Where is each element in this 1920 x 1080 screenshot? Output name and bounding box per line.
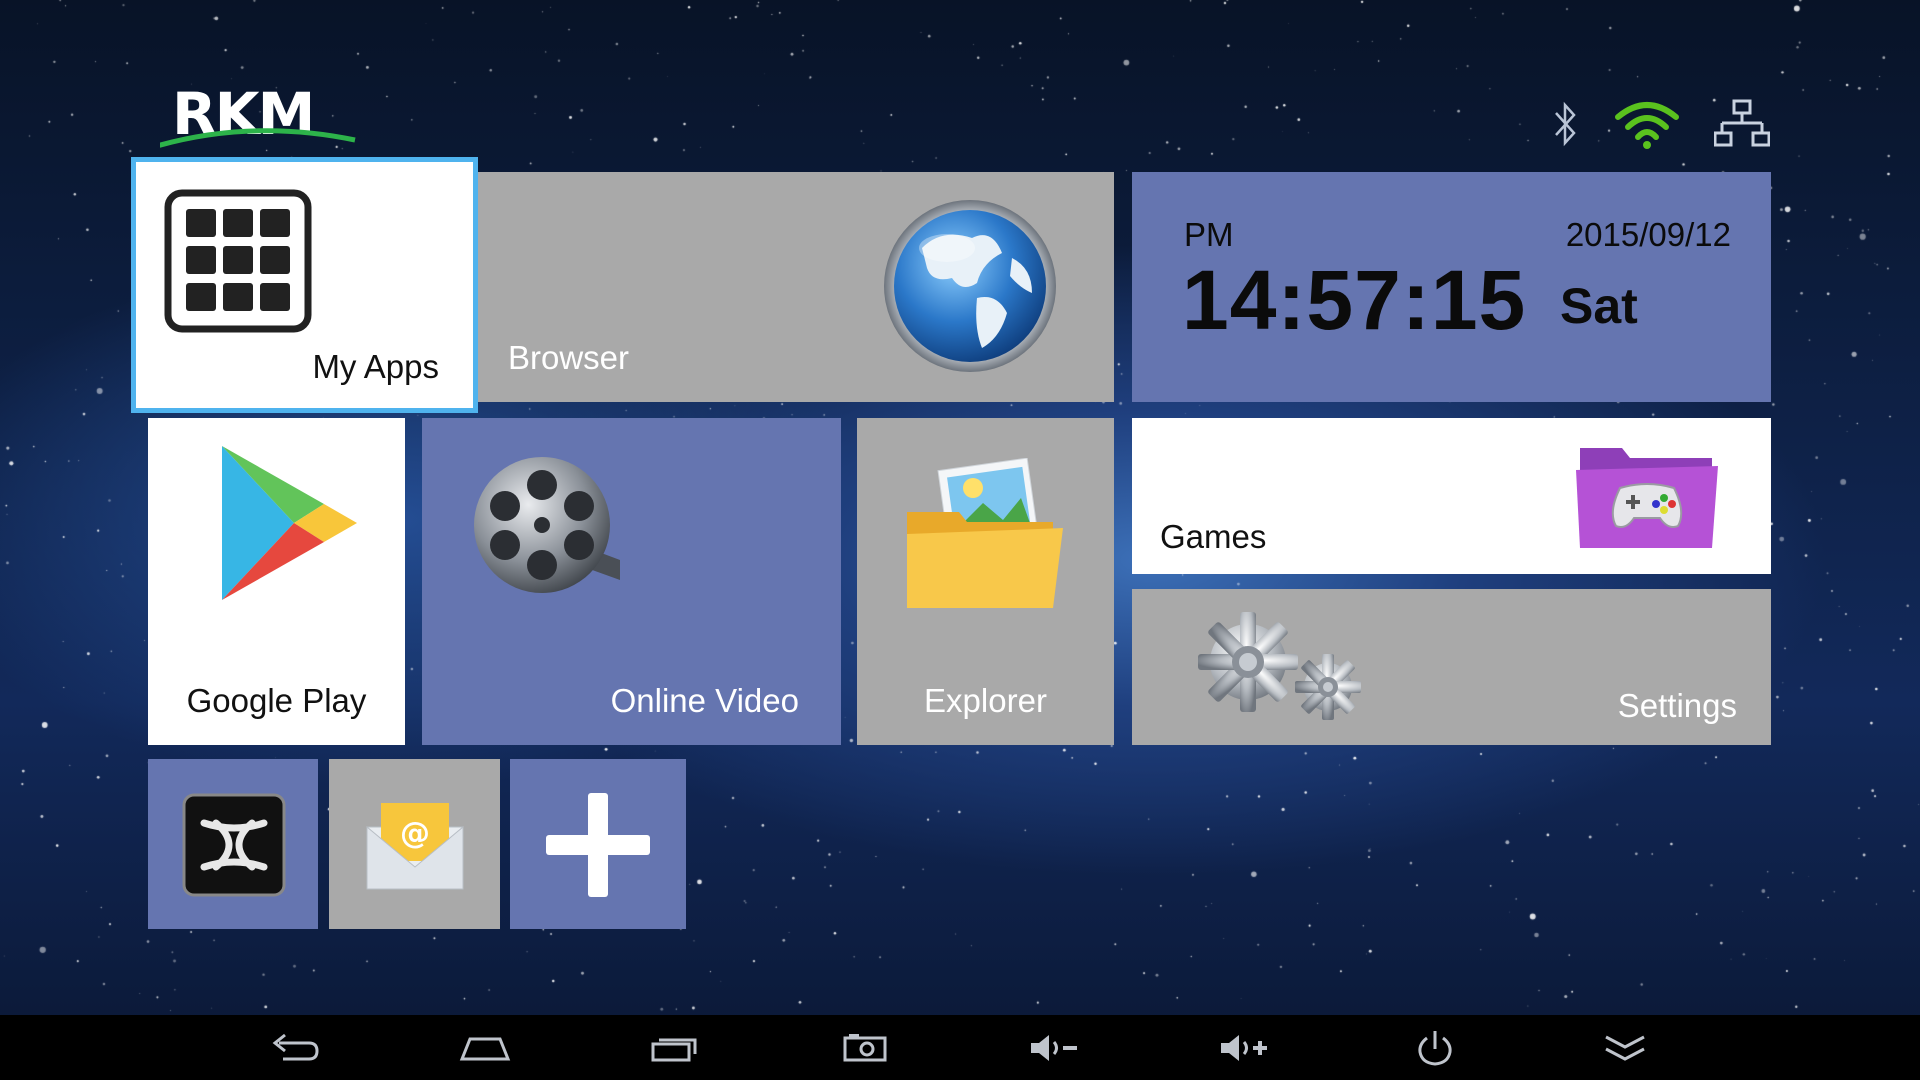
settings-label: Settings	[1617, 687, 1737, 724]
folder-images-icon	[907, 458, 1063, 608]
browser-label: Browser	[508, 339, 630, 376]
clock-day: Sat	[1560, 278, 1638, 334]
add-icon	[546, 793, 650, 897]
gears-icon	[1198, 612, 1361, 720]
wifi-icon	[1615, 102, 1679, 149]
power-icon[interactable]	[1403, 1023, 1467, 1073]
google-play-label: Google Play	[186, 682, 367, 719]
home-icon[interactable]	[453, 1023, 517, 1073]
status-bar	[1552, 96, 1770, 152]
hide-bar-icon[interactable]	[1593, 1023, 1657, 1073]
clock-date: 2015/09/12	[1565, 216, 1731, 253]
bluetooth-icon	[1555, 101, 1576, 147]
shortcut-kodi[interactable]	[148, 759, 318, 929]
clock-widget[interactable]: PM 14:57:15 2015/09/12 Sat	[1132, 172, 1771, 402]
my-apps-label: My Apps	[312, 348, 439, 385]
clock-time: 14:57:15	[1182, 253, 1527, 347]
logo-swoosh	[160, 128, 356, 148]
rkm-logo: RKM	[160, 80, 380, 150]
tile-settings[interactable]: Settings	[1132, 589, 1771, 745]
clock-ampm: PM	[1184, 216, 1234, 253]
tile-online-video[interactable]: Online Video	[422, 418, 841, 745]
online-video-label: Online Video	[610, 682, 799, 719]
explorer-label: Explorer	[924, 682, 1047, 719]
back-icon[interactable]	[263, 1023, 327, 1073]
email-icon: @	[366, 803, 464, 890]
navigation-bar	[0, 1015, 1920, 1080]
volume-down-icon[interactable]	[1023, 1023, 1087, 1073]
shortcut-add[interactable]	[510, 759, 686, 929]
tile-browser[interactable]: Browser	[478, 172, 1114, 402]
recent-apps-icon[interactable]	[643, 1023, 707, 1073]
tile-games[interactable]: Games	[1132, 418, 1771, 574]
tile-google-play[interactable]: Google Play	[148, 418, 405, 745]
games-folder-icon	[1576, 448, 1718, 548]
games-label: Games	[1160, 518, 1267, 555]
grid-icon	[164, 189, 312, 333]
play-store-icon	[222, 446, 357, 600]
ethernet-icon	[1714, 99, 1770, 147]
shortcut-email[interactable]: @	[329, 759, 500, 929]
volume-up-icon[interactable]	[1213, 1023, 1277, 1073]
tile-explorer[interactable]: Explorer	[857, 418, 1114, 745]
tile-my-apps[interactable]: My Apps	[131, 157, 478, 413]
svg-text:@: @	[400, 816, 430, 851]
globe-icon	[884, 200, 1056, 372]
kodi-icon	[182, 793, 286, 897]
film-reel-icon	[474, 457, 620, 593]
screenshot-icon[interactable]	[833, 1023, 897, 1073]
